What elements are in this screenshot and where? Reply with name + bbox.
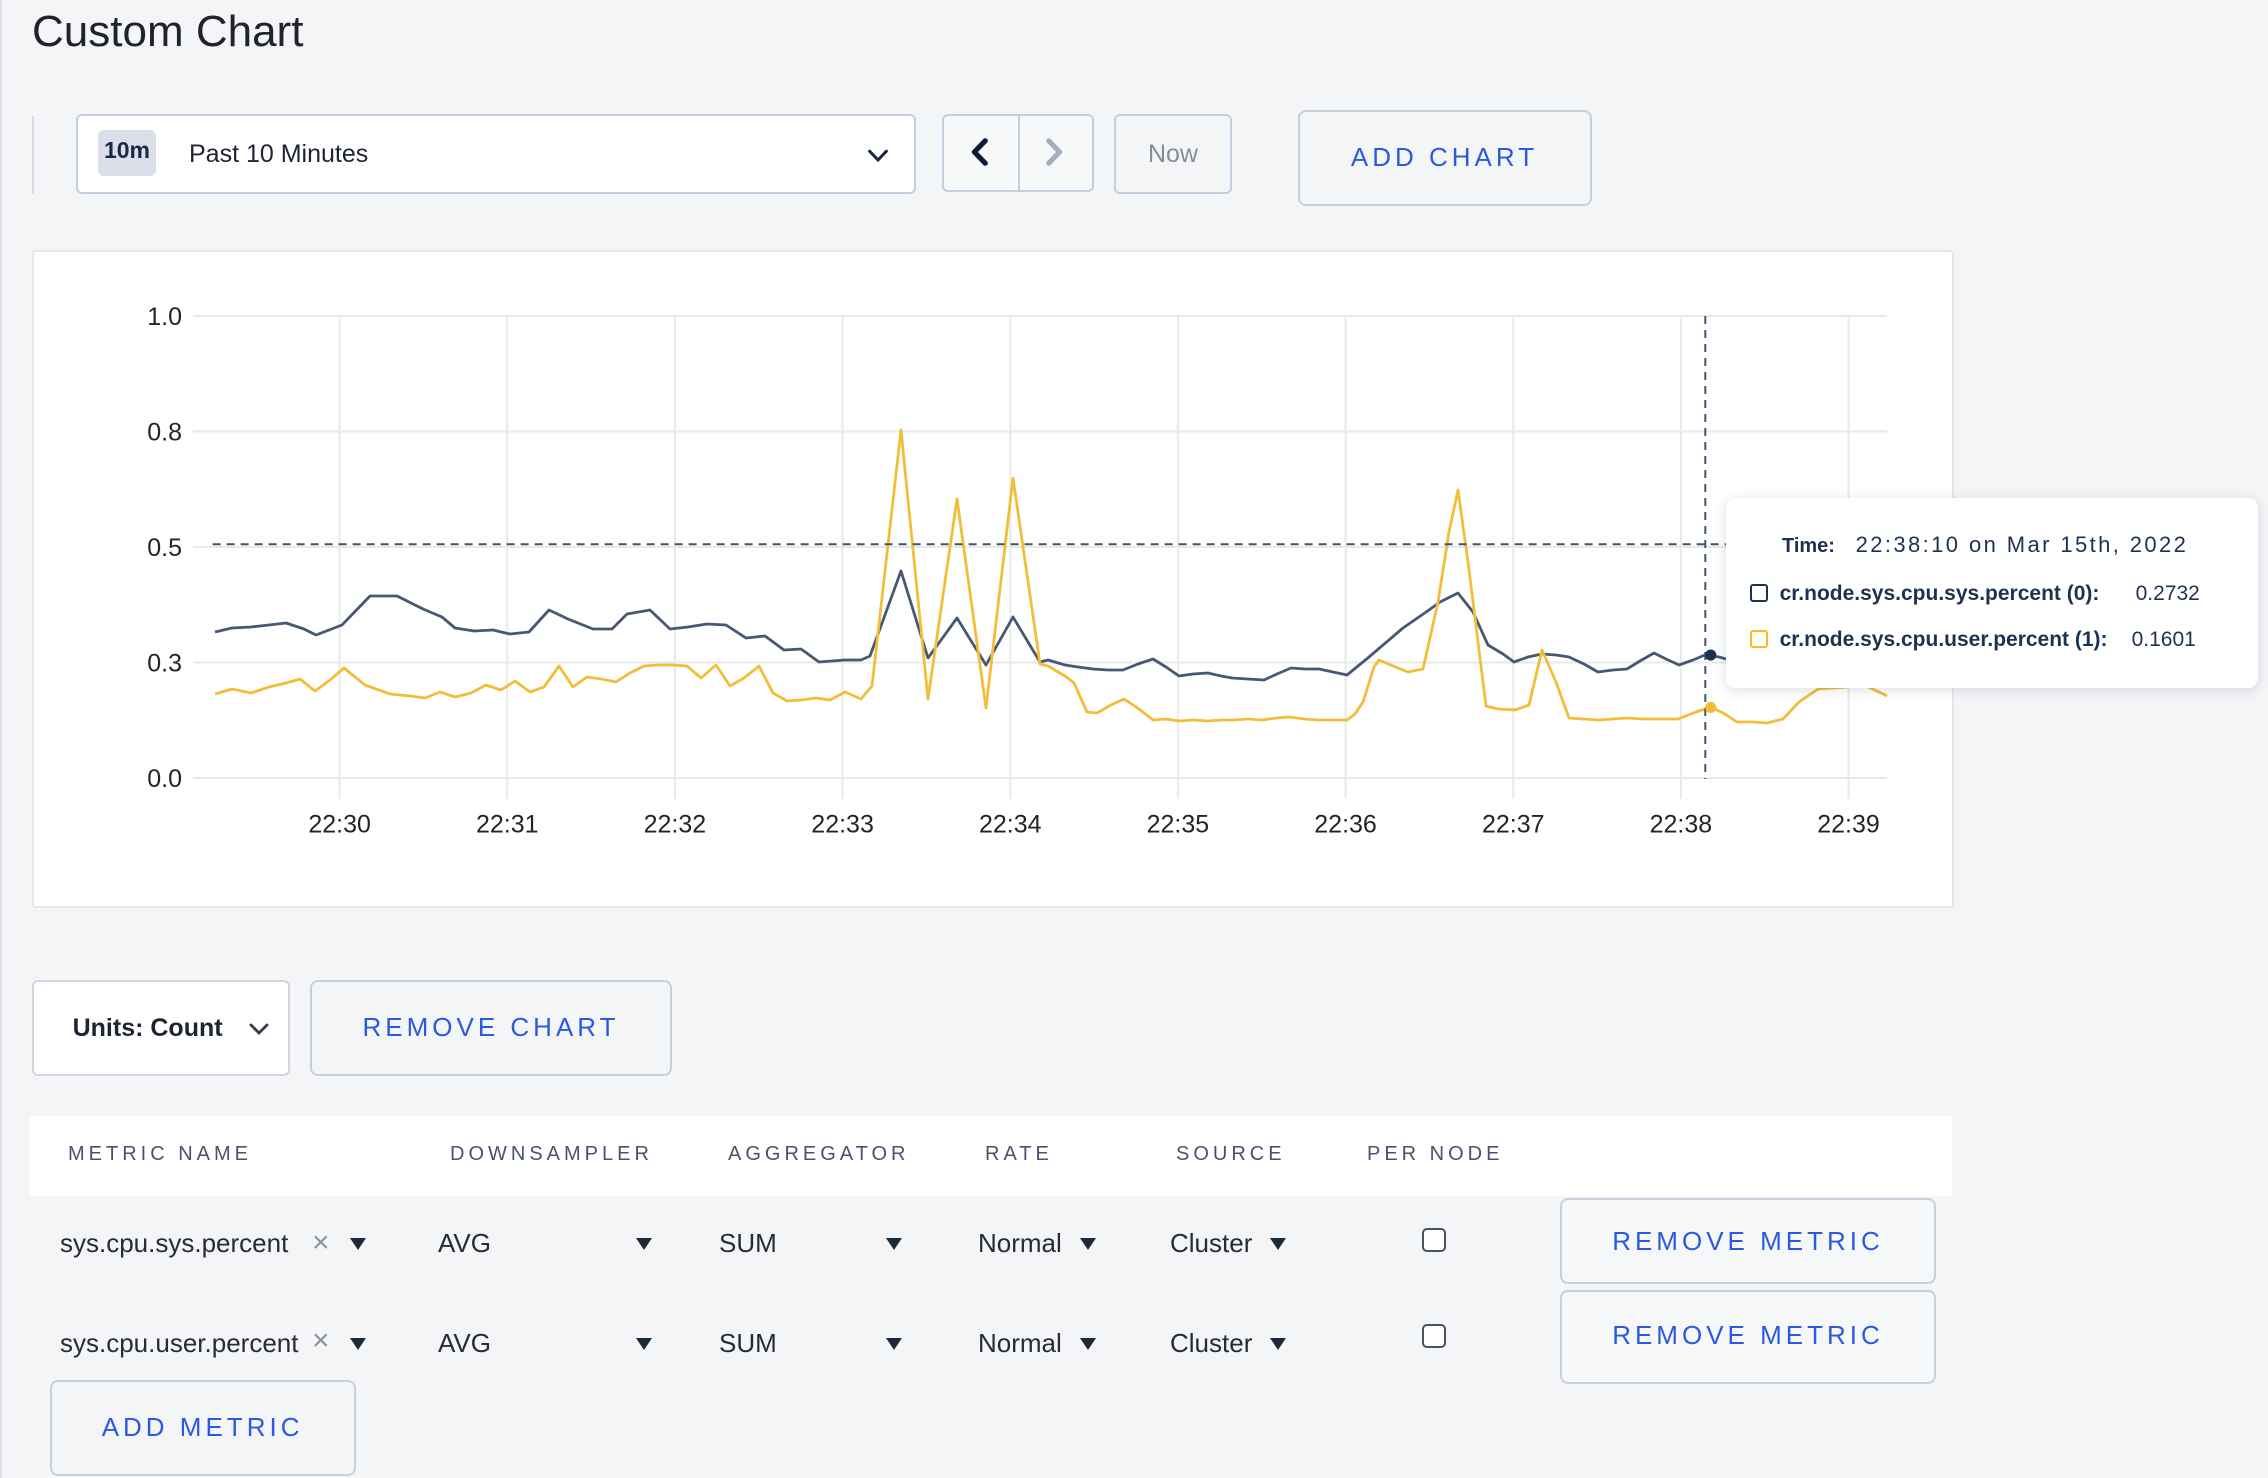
svg-text:22:30: 22:30 [307, 811, 370, 839]
svg-text:22:36: 22:36 [1313, 811, 1376, 839]
svg-text:22:38: 22:38 [1649, 811, 1712, 839]
svg-text:22:34: 22:34 [978, 811, 1041, 839]
svg-text:0.8: 0.8 [146, 419, 181, 447]
svg-text:22:35: 22:35 [1146, 811, 1209, 839]
svg-text:0.5: 0.5 [146, 534, 181, 562]
svg-text:22:32: 22:32 [643, 811, 706, 839]
svg-text:0.0: 0.0 [146, 765, 181, 793]
svg-text:1.0: 1.0 [146, 303, 181, 331]
svg-text:22:37: 22:37 [1481, 811, 1544, 839]
svg-text:22:31: 22:31 [475, 811, 538, 839]
svg-text:0.3: 0.3 [146, 650, 181, 678]
svg-text:22:33: 22:33 [810, 811, 873, 839]
svg-text:22:39: 22:39 [1816, 811, 1879, 839]
